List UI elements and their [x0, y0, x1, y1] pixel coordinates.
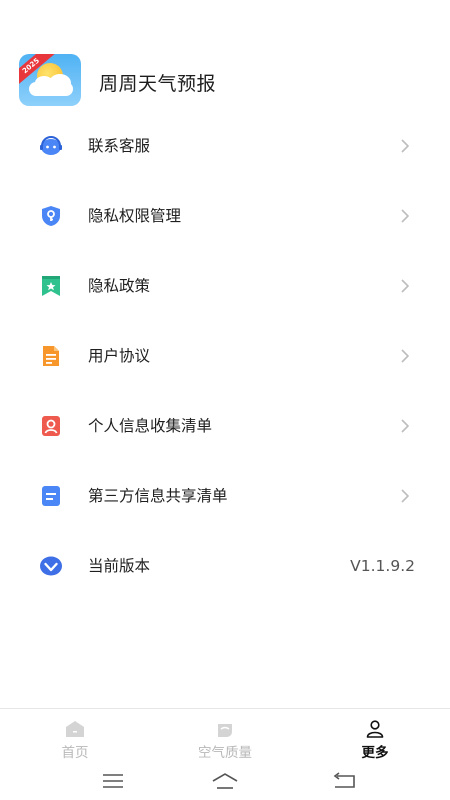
app-title: 周周天气预报 — [99, 73, 217, 95]
menu-item-user-agreement[interactable]: 用户协议 — [0, 320, 450, 390]
list-document-icon — [42, 486, 60, 506]
menu-item-third-party-sharing[interactable]: 第三方信息共享清单 — [0, 460, 450, 530]
air-quality-icon — [218, 724, 232, 737]
menu-item-privacy-policy[interactable]: 隐私政策 — [0, 250, 450, 320]
menu-item-label: 隐私政策 — [88, 277, 151, 295]
menu-item-label: 第三方信息共享清单 — [88, 487, 228, 505]
home-button-icon[interactable] — [210, 770, 240, 792]
chevron-right-icon — [401, 489, 410, 503]
version-value: V1.1.9.2 — [350, 557, 415, 575]
menu-item-personal-info-list[interactable]: 个人信息收集清单 — [0, 390, 450, 460]
chevron-right-icon — [401, 209, 410, 223]
user-icon — [366, 720, 384, 738]
chevron-right-icon — [401, 279, 410, 293]
document-icon — [43, 346, 59, 366]
chevron-right-icon — [401, 349, 410, 363]
menu-item-current-version[interactable]: 当前版本 V1.1.9.2 — [0, 530, 450, 600]
person-card-icon — [42, 416, 60, 436]
version-check-icon — [40, 556, 62, 576]
system-navigation-bar — [0, 764, 450, 800]
customer-service-icon — [40, 136, 62, 155]
chevron-right-icon — [401, 139, 410, 153]
cloud-graphic — [29, 82, 73, 96]
tab-label: 更多 — [361, 745, 389, 761]
menu-item-label: 联系客服 — [88, 137, 151, 155]
menu-item-label: 隐私权限管理 — [88, 207, 182, 225]
home-icon — [66, 721, 84, 737]
tab-label: 空气质量 — [198, 745, 252, 761]
menu-item-label: 个人信息收集清单 — [88, 417, 213, 435]
tab-air-quality[interactable]: 空气质量 — [175, 709, 275, 765]
tab-home[interactable]: 首页 — [25, 709, 125, 765]
menu-item-label: 当前版本 — [88, 557, 151, 575]
bookmark-star-icon — [42, 276, 60, 296]
shield-key-icon — [42, 206, 60, 226]
menu-item-privacy-permissions[interactable]: 隐私权限管理 — [0, 180, 450, 250]
settings-menu: 联系客服 隐私权限管理 隐私政策 用户协议 个人信息收集清单 第三方信息共享清单… — [0, 110, 450, 600]
app-header: 2025 周周天气预报 — [0, 0, 450, 118]
menu-icon[interactable] — [98, 770, 128, 792]
app-logo: 2025 — [19, 54, 81, 106]
menu-item-label: 用户协议 — [88, 347, 151, 365]
bottom-tab-bar: 首页 空气质量 更多 — [0, 708, 450, 764]
chevron-right-icon — [401, 419, 410, 433]
back-icon[interactable] — [330, 770, 360, 792]
tab-more[interactable]: 更多 — [325, 709, 425, 765]
tab-label: 首页 — [61, 745, 89, 761]
menu-item-customer-service[interactable]: 联系客服 — [0, 110, 450, 180]
